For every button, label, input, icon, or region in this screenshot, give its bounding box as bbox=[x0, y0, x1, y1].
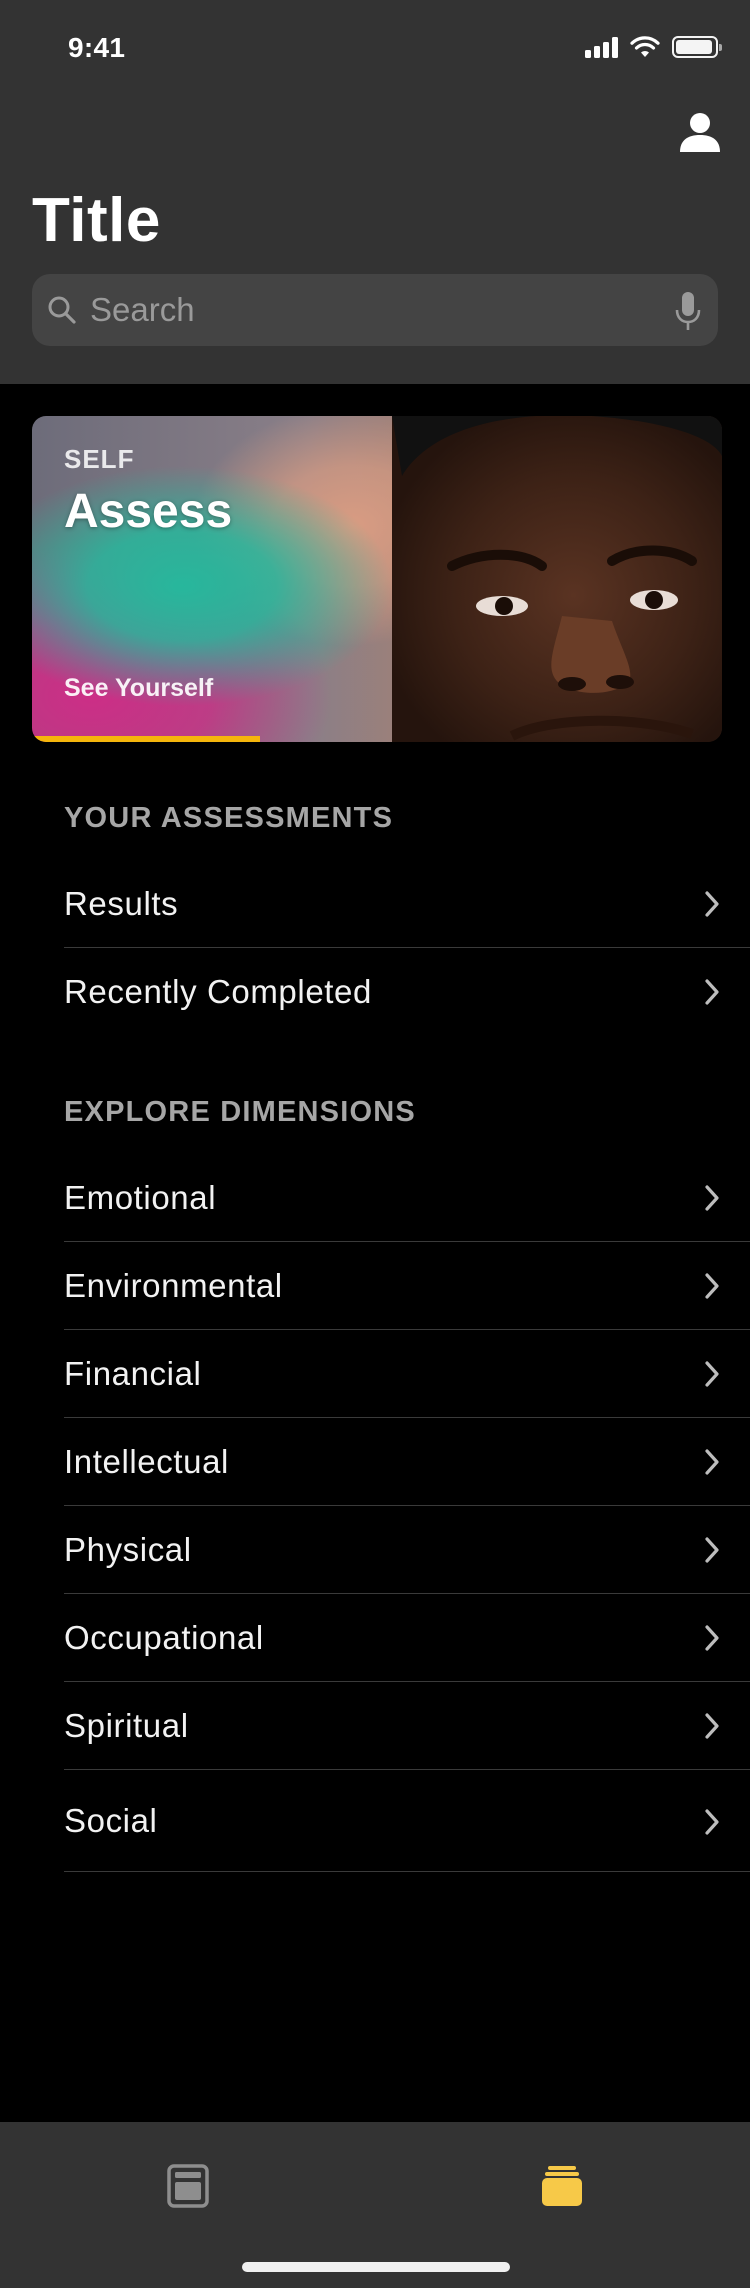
search-bar[interactable] bbox=[32, 274, 718, 346]
list-item-social[interactable]: Social bbox=[64, 1770, 750, 1872]
list-item-label: Spiritual bbox=[64, 1706, 189, 1744]
section-header-explore-dimensions: EXPLORE DIMENSIONS bbox=[64, 1096, 416, 1128]
search-input[interactable] bbox=[90, 274, 650, 346]
microphone-icon[interactable] bbox=[674, 290, 702, 332]
chevron-right-icon bbox=[705, 979, 719, 1005]
chevron-right-icon bbox=[705, 1273, 719, 1299]
list-item-environmental[interactable]: Environmental bbox=[64, 1242, 750, 1330]
chevron-right-icon bbox=[705, 1537, 719, 1563]
page-title: Title bbox=[32, 186, 161, 255]
tab-browse[interactable] bbox=[150, 2148, 226, 2224]
list-item-spiritual[interactable]: Spiritual bbox=[64, 1682, 750, 1770]
list-item-label: Social bbox=[64, 1801, 158, 1839]
explore-dimensions-list: Emotional Environmental Financial Intell… bbox=[64, 1154, 750, 1872]
person-icon bbox=[680, 113, 720, 152]
hero-progress-bar bbox=[32, 736, 722, 742]
your-assessments-list: Results Recently Completed bbox=[64, 860, 750, 1036]
list-item-label: Results bbox=[64, 884, 179, 922]
tab-stack[interactable] bbox=[524, 2148, 600, 2224]
status-bar: 9:41 bbox=[0, 0, 750, 96]
list-item-recently-completed[interactable]: Recently Completed bbox=[64, 948, 750, 1036]
list-item-label: Recently Completed bbox=[64, 973, 372, 1010]
profile-button[interactable] bbox=[678, 110, 722, 154]
list-item-results[interactable]: Results bbox=[64, 860, 750, 948]
list-item-physical[interactable]: Physical bbox=[64, 1506, 750, 1594]
wifi-icon bbox=[630, 36, 660, 57]
stack-icon bbox=[542, 2166, 582, 2206]
search-icon bbox=[48, 296, 76, 324]
status-icons bbox=[585, 34, 722, 60]
list-item-label: Intellectual bbox=[64, 1442, 229, 1480]
list-item-label: Environmental bbox=[64, 1266, 283, 1304]
section-header-your-assessments: YOUR ASSESSMENTS bbox=[64, 802, 394, 834]
status-time: 9:41 bbox=[68, 32, 126, 63]
chevron-right-icon bbox=[705, 1625, 719, 1651]
cellular-signal-icon bbox=[585, 36, 618, 58]
list-item-intellectual[interactable]: Intellectual bbox=[64, 1418, 750, 1506]
list-item-occupational[interactable]: Occupational bbox=[64, 1594, 750, 1682]
portrait-image bbox=[392, 416, 722, 742]
list-item-emotional[interactable]: Emotional bbox=[64, 1154, 750, 1242]
chevron-right-icon bbox=[705, 1361, 719, 1387]
browser-window-icon bbox=[167, 2164, 209, 2208]
list-item-label: Emotional bbox=[64, 1178, 217, 1216]
list-item-financial[interactable]: Financial bbox=[64, 1330, 750, 1418]
hero-title: Assess bbox=[64, 485, 233, 538]
hero-card-self-assess[interactable]: SELF Assess See Yourself bbox=[32, 416, 722, 742]
hero-progress-fill bbox=[32, 736, 260, 742]
chevron-right-icon bbox=[705, 891, 719, 917]
hero-eyebrow: SELF bbox=[64, 444, 135, 474]
home-indicator bbox=[242, 2262, 510, 2272]
battery-icon bbox=[672, 36, 722, 58]
header: 9:41 Title bbox=[0, 0, 750, 384]
chevron-right-icon bbox=[705, 1185, 719, 1211]
list-item-label: Occupational bbox=[64, 1618, 264, 1656]
chevron-right-icon bbox=[705, 1713, 719, 1739]
list-item-label: Physical bbox=[64, 1530, 192, 1568]
chevron-right-icon bbox=[705, 1809, 719, 1835]
see-yourself-link[interactable]: See Yourself bbox=[64, 674, 213, 703]
chevron-right-icon bbox=[705, 1449, 719, 1475]
list-item-label: Financial bbox=[64, 1354, 202, 1392]
tab-bar bbox=[0, 2122, 750, 2288]
